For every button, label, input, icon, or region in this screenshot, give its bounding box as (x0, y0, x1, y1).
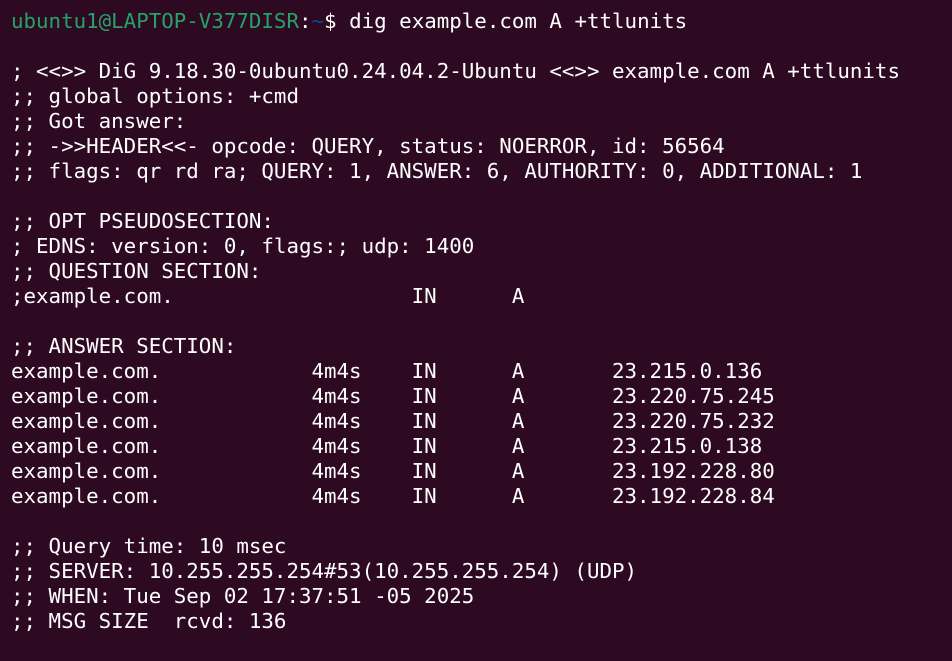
prompt-separator: : (298, 9, 312, 33)
output-line: ;; Got answer: (11, 109, 187, 133)
output-line: ;example.com. IN A (11, 284, 525, 308)
prompt-user-host: ubuntu1@LAPTOP-V377DISR (11, 9, 299, 33)
output-line: ;; QUESTION SECTION: (11, 259, 262, 283)
output-line: example.com. 4m4s IN A 23.220.75.245 (11, 384, 775, 408)
output-line: example.com. 4m4s IN A 23.215.0.138 (11, 434, 763, 458)
output-line: ;; global options: +cmd (11, 84, 299, 108)
prompt-line: ubuntu1@LAPTOP-V377DISR:~$ dig example.c… (11, 9, 952, 34)
output-line: ;; WHEN: Tue Sep 02 17:37:51 -05 2025 (11, 584, 475, 608)
output-line: ;; flags: qr rd ra; QUERY: 1, ANSWER: 6,… (11, 159, 863, 183)
output-line: ;; ->>HEADER<<- opcode: QUERY, status: N… (11, 134, 725, 158)
output-line: example.com. 4m4s IN A 23.192.228.80 (11, 459, 775, 483)
output-line: ;; ANSWER SECTION: (11, 334, 237, 358)
terminal-window[interactable]: ubuntu1@LAPTOP-V377DISR:~$ dig example.c… (0, 0, 952, 661)
output-line: example.com. 4m4s IN A 23.215.0.136 (11, 359, 763, 383)
command-output: ; <<>> DiG 9.18.30-0ubuntu0.24.04.2-Ubun… (11, 34, 952, 634)
output-line: ;; SERVER: 10.255.255.254#53(10.255.255.… (11, 559, 638, 583)
prompt-path: ~ (311, 9, 325, 33)
command-text: dig example.com A +ttlunits (349, 9, 688, 33)
output-line: ;; Query time: 10 msec (11, 534, 287, 558)
output-line: ; EDNS: version: 0, flags:; udp: 1400 (11, 234, 475, 258)
output-line: ;; MSG SIZE rcvd: 136 (11, 609, 287, 633)
output-line: ;; OPT PSEUDOSECTION: (11, 209, 274, 233)
prompt-symbol: $ (324, 9, 350, 33)
output-line: ; <<>> DiG 9.18.30-0ubuntu0.24.04.2-Ubun… (11, 59, 900, 83)
output-line: example.com. 4m4s IN A 23.220.75.232 (11, 409, 775, 433)
output-line: example.com. 4m4s IN A 23.192.228.84 (11, 484, 775, 508)
